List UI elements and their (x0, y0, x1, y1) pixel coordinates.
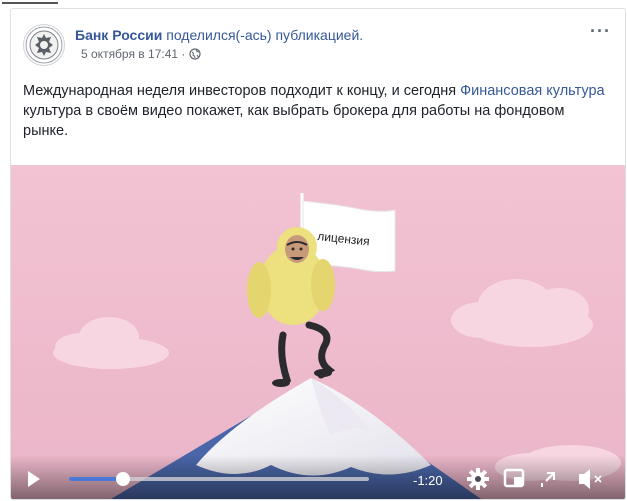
post-text: Международная неделя инвесторов подходит… (23, 81, 613, 141)
post-text-part1: Международная неделя инвесторов подходит… (23, 83, 461, 99)
progress-knob[interactable] (116, 472, 130, 486)
video-frame: лицензия (11, 165, 625, 499)
play-icon[interactable] (28, 471, 40, 487)
fullscreen-icon[interactable] (541, 472, 555, 487)
video-controls: -1:20 (11, 459, 625, 499)
post-card: Банк России поделился(-ась) публикацией.… (10, 8, 626, 500)
mute-icon[interactable] (579, 469, 602, 489)
post-text-part2: культура в своём видео покажет, как выбр… (23, 103, 565, 139)
author-name[interactable]: Банк России (75, 27, 162, 43)
miniplayer-icon[interactable] (503, 468, 525, 488)
video-player[interactable]: лицензия -1:20 (11, 165, 625, 499)
bank-emblem-icon (25, 26, 63, 64)
post-header: Банк России поделился(-ась) публикацией.… (11, 9, 625, 75)
post-meta: 5 октября в 17:41 · (81, 47, 201, 61)
gear-icon[interactable] (467, 468, 489, 490)
page-link[interactable]: Финансовая культура (460, 83, 605, 99)
globe-icon (189, 48, 201, 60)
progress-bar[interactable] (69, 472, 369, 486)
time-remaining: -1:20 (413, 473, 443, 488)
shared-text[interactable]: поделился(-ась) публикацией. (166, 27, 363, 43)
post-timestamp[interactable]: 5 октября в 17:41 · (81, 47, 185, 61)
more-options-button[interactable]: ··· (590, 21, 611, 42)
avatar[interactable] (23, 24, 65, 66)
top-divider (2, 2, 58, 4)
author-line: Банк России поделился(-ась) публикацией. (75, 27, 363, 43)
controls-bar (28, 468, 602, 490)
